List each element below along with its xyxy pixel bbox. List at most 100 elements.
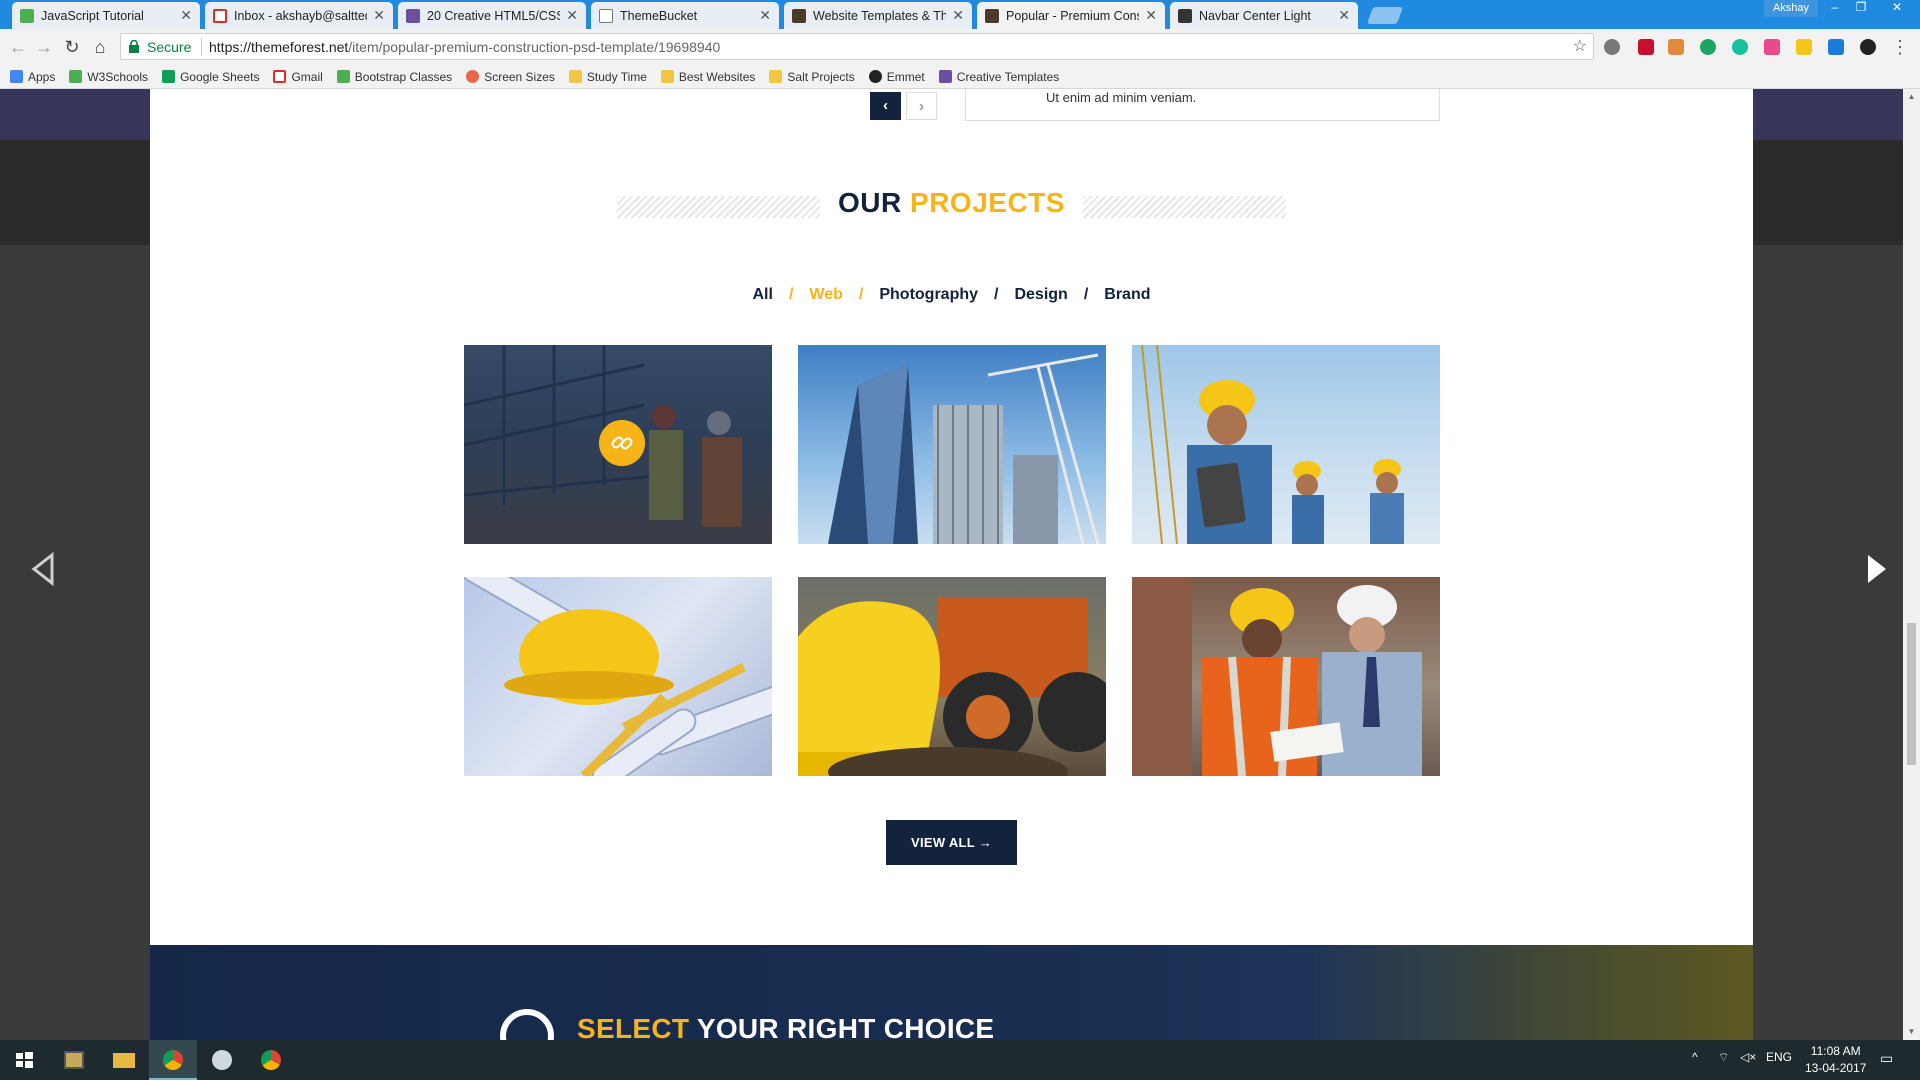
reload-icon[interactable]: ↻ xyxy=(62,37,82,57)
clock-time: 11:08 AM xyxy=(1810,1044,1861,1058)
project-image xyxy=(1132,577,1422,776)
project-image xyxy=(828,353,1100,544)
network-icon[interactable]: ⌔ xyxy=(1718,1050,1729,1065)
project-card[interactable] xyxy=(1132,577,1440,776)
tab-website-templates[interactable]: Website Templates & Th ✕ xyxy=(784,2,972,29)
url-field[interactable]: Secure https://themeforest.net/item/popu… xyxy=(120,33,1594,60)
gmail-icon xyxy=(273,70,287,83)
bookmark-salt-projects[interactable]: Salt Projects xyxy=(769,69,855,84)
adblock-icon[interactable] xyxy=(1638,39,1654,55)
volume-muted-icon[interactable]: ◁× xyxy=(1740,1050,1756,1064)
close-icon[interactable]: ✕ xyxy=(566,7,578,24)
filter-brand[interactable]: Brand xyxy=(1104,286,1150,303)
project-card[interactable] xyxy=(464,577,772,776)
close-icon[interactable]: ✕ xyxy=(373,7,385,24)
project-card[interactable] xyxy=(464,345,772,544)
sheets-icon xyxy=(162,70,176,83)
project-filter-nav: All / Web / Photography / Design / Brand xyxy=(150,286,1753,304)
bookmark-apps[interactable]: Apps xyxy=(10,70,55,84)
bookmark-label: Screen Sizes xyxy=(484,69,555,84)
slider-prev-arrow-icon[interactable] xyxy=(28,549,58,589)
bookmark-label: Best Websites xyxy=(678,69,756,84)
folder-icon xyxy=(769,70,783,83)
themeforest-icon xyxy=(792,8,806,23)
extension-dark-icon[interactable] xyxy=(1860,39,1876,55)
tab-themebucket[interactable]: ThemeBucket ✕ xyxy=(591,2,779,29)
secure-label: Secure xyxy=(147,39,192,55)
folder-icon xyxy=(660,70,674,83)
link-icon[interactable] xyxy=(599,420,645,466)
bookmark-label: Salt Projects xyxy=(787,69,855,84)
bookmark-study-time[interactable]: Study Time xyxy=(568,70,647,84)
project-card[interactable] xyxy=(798,577,1106,776)
project-card[interactable] xyxy=(1132,345,1440,544)
scroll-thumb[interactable] xyxy=(1907,623,1916,765)
close-icon[interactable]: ✕ xyxy=(180,7,192,24)
bookmarks-bar: Apps W3Schools Google Sheets Gmail Boots… xyxy=(0,65,1920,89)
bookmark-w3schools[interactable]: W3Schools xyxy=(69,70,148,84)
scroll-up-icon[interactable]: ▲ xyxy=(1907,92,1916,101)
bookmark-screen-sizes[interactable]: Screen Sizes xyxy=(466,70,555,84)
close-icon[interactable]: ✕ xyxy=(1145,7,1157,24)
filter-web[interactable]: Web xyxy=(809,286,842,303)
windows-start-icon[interactable] xyxy=(0,1040,48,1080)
tab-inbox[interactable]: Inbox - akshayb@saltted ✕ xyxy=(205,2,393,29)
notifications-icon[interactable]: ▭ xyxy=(1880,1050,1893,1067)
extension-green-icon[interactable] xyxy=(1700,39,1716,55)
new-tab-button[interactable] xyxy=(1366,7,1404,24)
restore-icon[interactable]: ❐ xyxy=(1848,0,1874,17)
filter-design[interactable]: Design xyxy=(1014,286,1067,303)
extension-pink-icon[interactable] xyxy=(1764,39,1780,55)
profile-button[interactable]: Akshay xyxy=(1764,0,1818,17)
language-indicator[interactable]: ENG xyxy=(1766,1050,1792,1064)
home-icon[interactable]: ⌂ xyxy=(90,37,110,57)
bookmark-google-sheets[interactable]: Google Sheets xyxy=(162,70,259,84)
filter-photography[interactable]: Photography xyxy=(879,286,978,303)
extension-icon[interactable] xyxy=(1668,39,1684,55)
testimonial-prev-button[interactable]: ‹ xyxy=(870,92,901,120)
browser-tab-bar: JavaScript Tutorial ✕ Inbox - akshayb@sa… xyxy=(0,0,1920,29)
close-icon[interactable]: ✕ xyxy=(952,7,964,24)
url-path: /item/popular-premium-construction-psd-t… xyxy=(348,39,721,55)
bookmark-emmet[interactable]: Emmet xyxy=(868,70,925,84)
file-explorer-icon[interactable] xyxy=(100,1040,148,1080)
extension-star-icon[interactable] xyxy=(1796,39,1812,55)
bookmark-gmail[interactable]: Gmail xyxy=(273,70,323,84)
scroll-down-icon[interactable]: ▼ xyxy=(1907,1027,1916,1036)
tab-creative-html5[interactable]: 20 Creative HTML5/CSS3 ✕ xyxy=(398,2,586,29)
forward-icon[interactable]: → xyxy=(34,37,54,57)
menu-icon[interactable]: ⋮ xyxy=(1890,37,1910,57)
extension-v-icon[interactable] xyxy=(1828,39,1844,55)
taskbar-app-icon[interactable] xyxy=(50,1040,98,1080)
tab-navbar-center[interactable]: Navbar Center Light ✕ xyxy=(1170,2,1358,29)
minimize-icon[interactable]: – xyxy=(1822,0,1848,17)
paint-icon[interactable] xyxy=(198,1040,246,1080)
back-icon[interactable]: ← xyxy=(8,37,28,57)
grammarly-icon[interactable] xyxy=(1732,39,1748,55)
lock-icon xyxy=(129,40,139,53)
filter-all[interactable]: All xyxy=(753,286,773,303)
testimonial-next-button[interactable]: › xyxy=(906,92,937,120)
tab-popular-premium[interactable]: Popular - Premium Cons ✕ xyxy=(977,2,1165,29)
view-all-button[interactable]: VIEW ALL → xyxy=(886,820,1017,865)
page-scrollbar[interactable]: ▲ ▼ xyxy=(1903,89,1920,1040)
extension-recycle-icon[interactable] xyxy=(1604,39,1620,55)
close-icon[interactable]: ✕ xyxy=(1338,7,1350,24)
bookmark-bootstrap[interactable]: Bootstrap Classes xyxy=(336,70,452,84)
chrome-icon[interactable] xyxy=(149,1040,197,1080)
close-window-icon[interactable]: ✕ xyxy=(1880,0,1914,17)
tab-javascript-tutorial[interactable]: JavaScript Tutorial ✕ xyxy=(12,2,200,29)
slider-next-arrow-icon[interactable] xyxy=(1862,549,1892,589)
close-icon[interactable]: ✕ xyxy=(759,7,771,24)
folder-icon xyxy=(568,70,582,83)
system-clock[interactable]: 11:08 AM 13-04-2017 xyxy=(1805,1043,1866,1077)
tab-title: JavaScript Tutorial xyxy=(41,8,144,23)
bookmark-creative-templates[interactable]: Creative Templates xyxy=(938,70,1059,84)
project-card[interactable] xyxy=(798,345,1106,544)
choice-rest: YOUR RIGHT CHOICE xyxy=(689,1013,995,1040)
tray-chevron-icon[interactable]: ^ xyxy=(1692,1050,1698,1064)
tab-title: Popular - Premium Cons xyxy=(1006,8,1140,23)
chrome-icon[interactable] xyxy=(247,1040,295,1080)
bookmark-star-icon[interactable]: ☆ xyxy=(1573,36,1587,56)
bookmark-best-websites[interactable]: Best Websites xyxy=(660,69,756,84)
